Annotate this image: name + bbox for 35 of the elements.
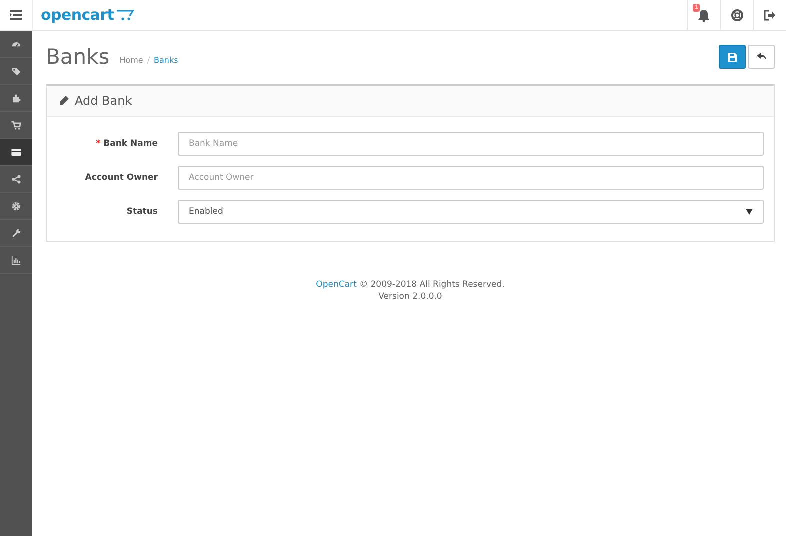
save-icon [728,52,737,62]
field-label: * Bank Name [95,139,159,149]
credit-card-icon [10,146,22,158]
share-icon [10,174,22,184]
version-text: Version 2.0.0.0 [378,291,444,303]
dropdown-arrow-icon [746,209,753,215]
breadcrumb-link[interactable]: Home [120,56,144,64]
logout-icon [764,10,776,20]
cart-icon [116,9,136,21]
text-field[interactable]: Account Owner [178,166,764,190]
opencart-link[interactable]: OpenCart [316,280,357,290]
text-field[interactable]: Bank Name [178,132,764,156]
logo-text[interactable]: opencart [41,6,114,24]
copyright-text: OpenCart © 2009-2018 All Rights Reserved. [315,279,506,291]
back-button[interactable] [748,45,775,69]
field-label: Status [126,207,159,217]
puzzle-icon [10,92,22,104]
cart-icon [10,120,22,130]
page-title: Banks [46,45,110,69]
field-label: Account Owner [84,173,159,183]
reply-arrow-icon [756,53,766,61]
wrench-icon [10,228,22,238]
settings-icon [10,200,22,212]
bar-chart-icon [10,254,22,266]
breadcrumb-link[interactable]: Banks [154,56,178,64]
sidebar-item[interactable] [0,139,32,166]
status-select[interactable]: Enabled [178,200,764,224]
breadcrumb-separator: / [147,56,150,64]
bell-icon [698,8,710,22]
menu-icon[interactable] [10,10,22,20]
save-button[interactable] [719,45,746,69]
tags-icon [10,66,22,76]
pencil-icon [59,96,69,106]
panel-title: Add Bank [75,94,132,108]
lifebuoy-icon [730,8,744,22]
